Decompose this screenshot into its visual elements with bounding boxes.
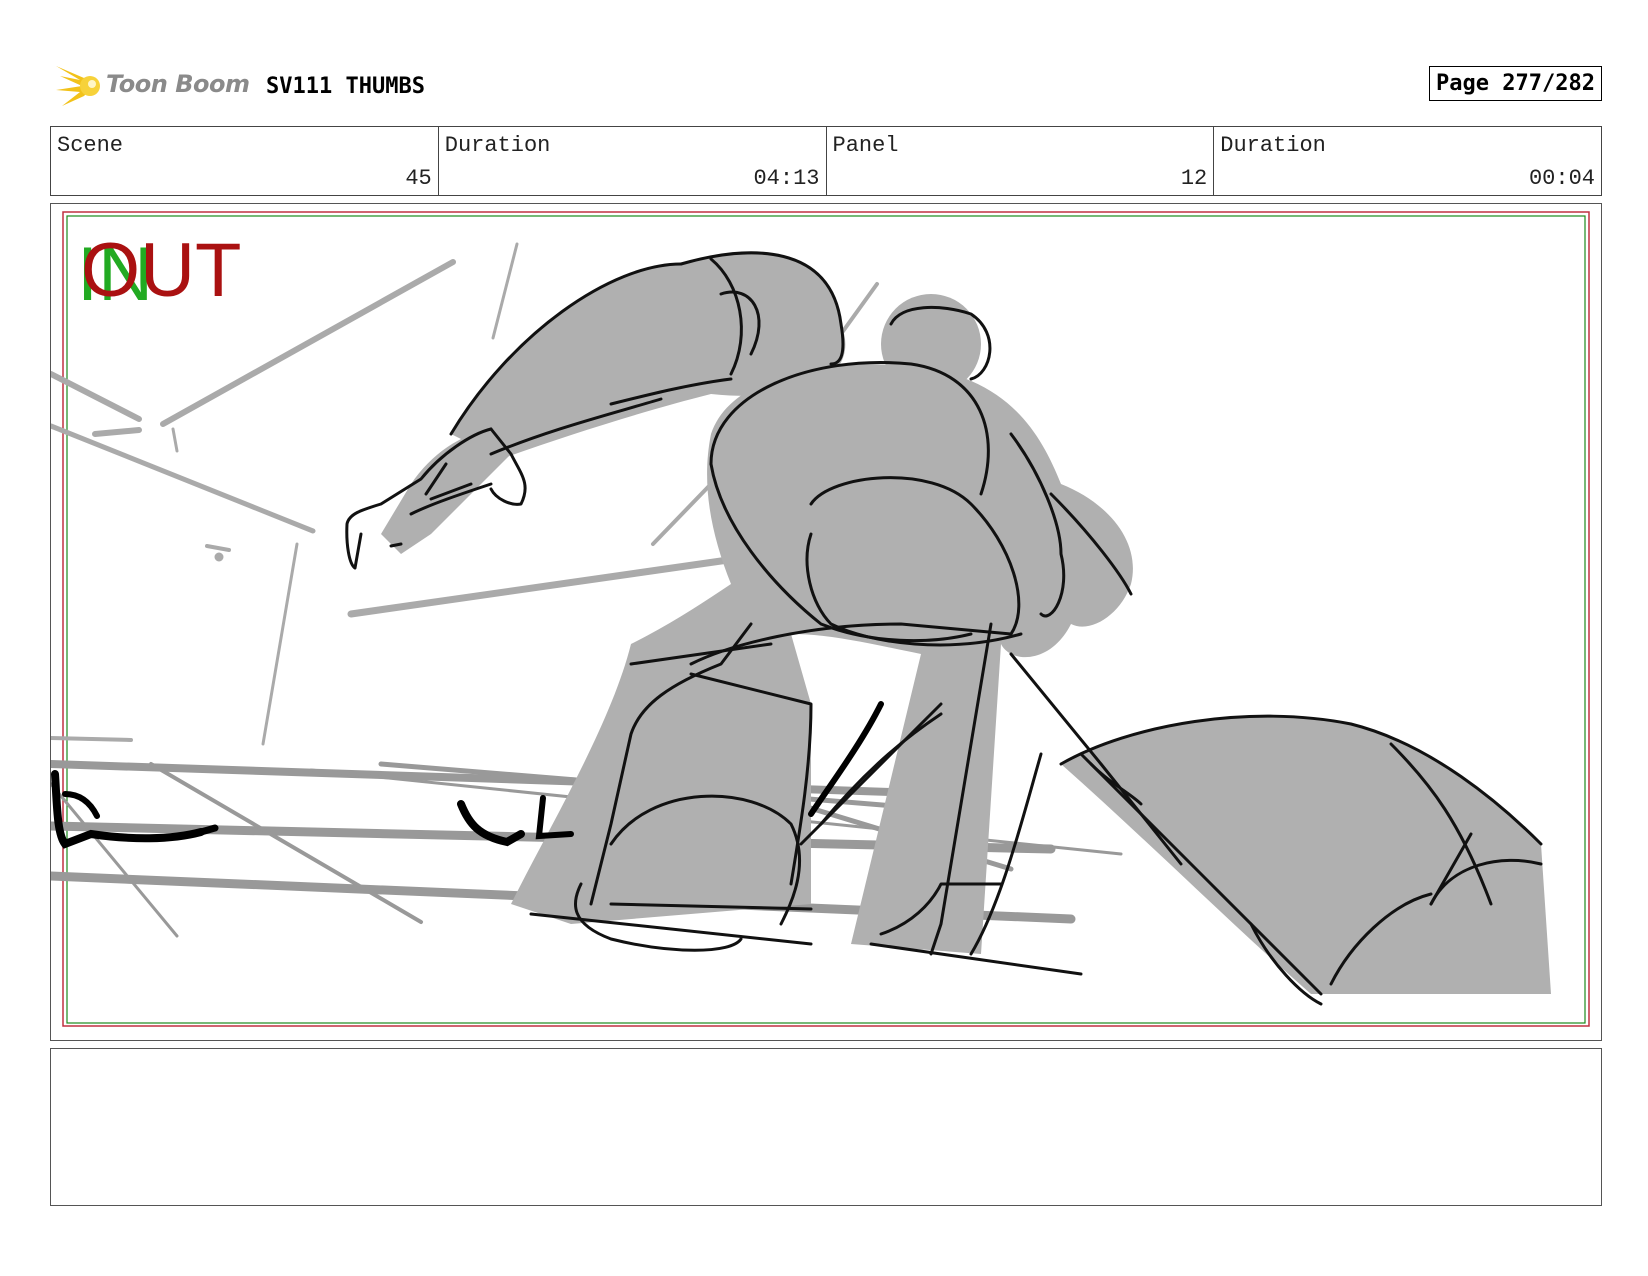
scene-duration-cell: Duration 04:13 bbox=[439, 127, 827, 195]
panel-notes bbox=[50, 1048, 1602, 1206]
panel-info-table: Scene 45 Duration 04:13 Panel 12 Duratio… bbox=[50, 126, 1602, 196]
scene-value: 45 bbox=[405, 166, 432, 191]
panel-value: 12 bbox=[1180, 166, 1208, 191]
panel-duration-cell: Duration 00:04 bbox=[1214, 127, 1601, 195]
storyboard-panel: IN OUT bbox=[50, 203, 1602, 1041]
out-marker: OUT bbox=[81, 228, 241, 313]
document-title: SV111 THUMBS bbox=[266, 74, 425, 99]
starburst-icon bbox=[56, 66, 100, 106]
page-indicator: Page 277/282 bbox=[1429, 66, 1602, 101]
logo-text: Toon Boom bbox=[106, 70, 250, 98]
scene-cell: Scene 45 bbox=[51, 127, 439, 195]
scene-duration-label: Duration bbox=[444, 133, 551, 158]
scene-duration-value: 04:13 bbox=[753, 166, 820, 191]
toon-boom-logo: Toon Boom bbox=[50, 56, 250, 116]
panel-label: Panel bbox=[832, 133, 899, 158]
panel-cell: Panel 12 bbox=[827, 127, 1215, 195]
scene-label: Scene bbox=[57, 133, 124, 158]
panel-duration-label: Duration bbox=[1220, 133, 1326, 158]
page-header: Toon Boom SV111 THUMBS Page 277/282 bbox=[50, 56, 1602, 116]
sketch-drawing: IN OUT bbox=[51, 211, 1590, 1027]
panel-duration-value: 00:04 bbox=[1528, 166, 1595, 191]
